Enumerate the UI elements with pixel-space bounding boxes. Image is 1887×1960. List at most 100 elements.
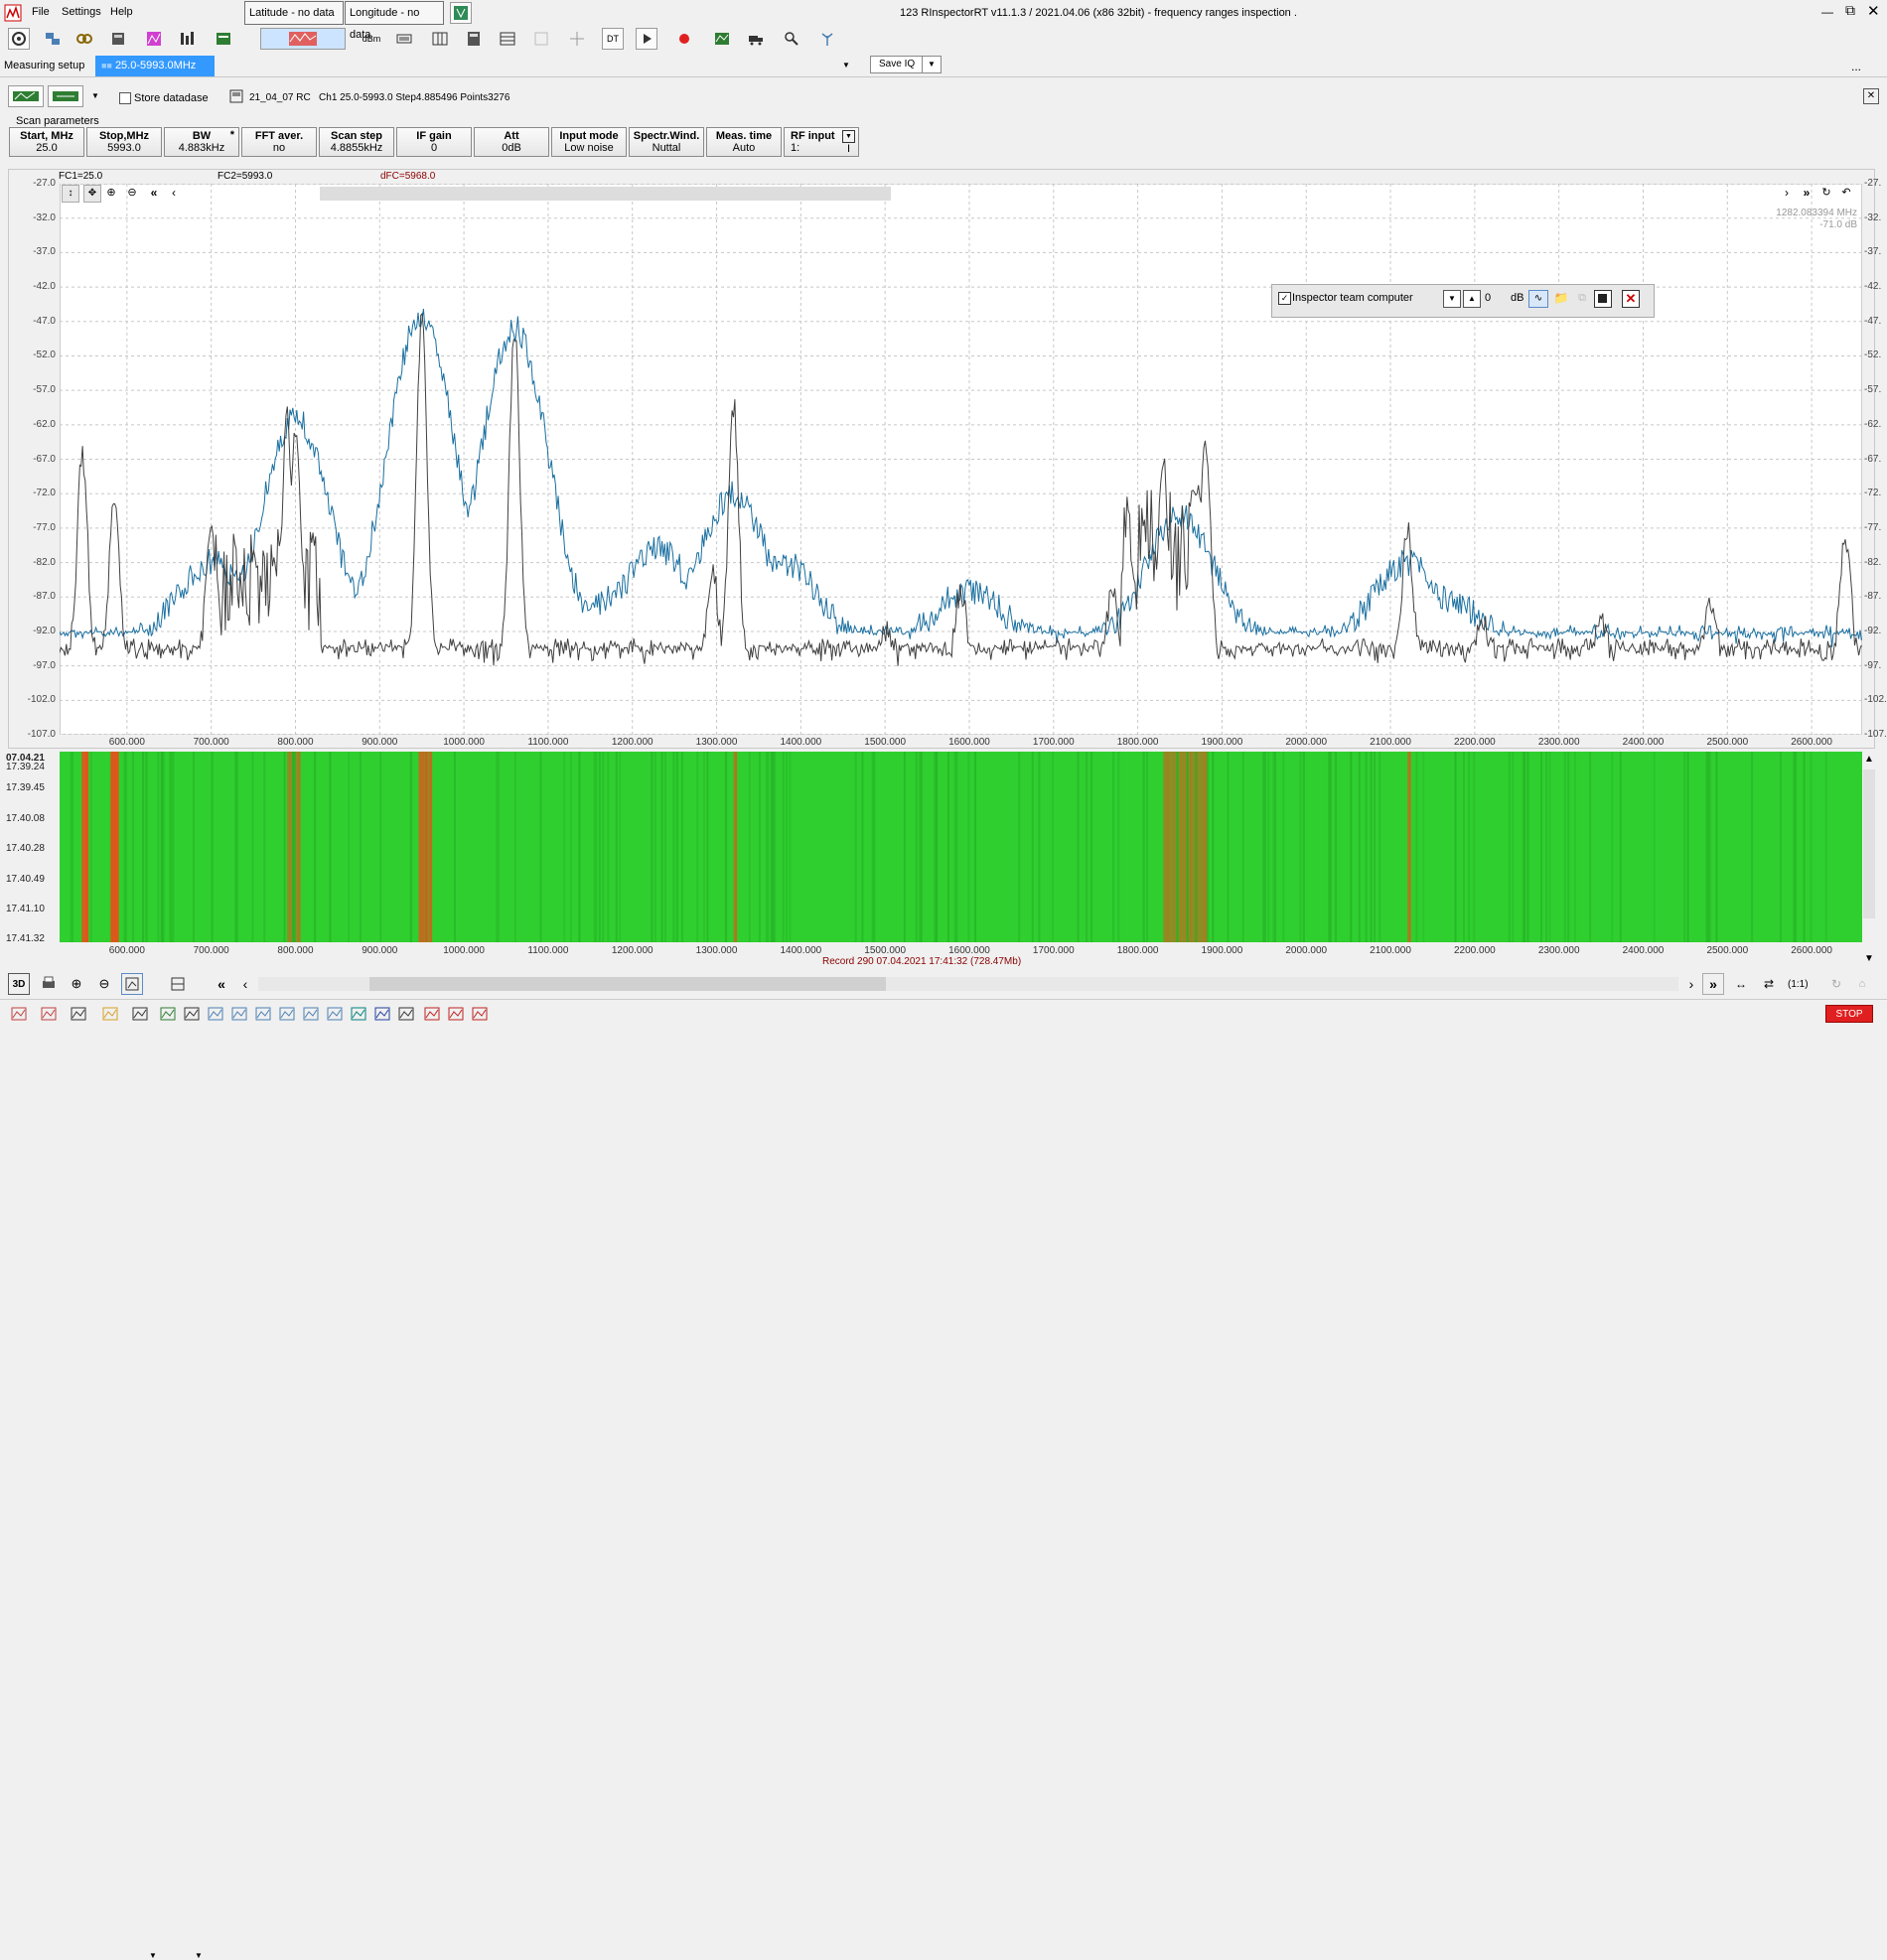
shrink-horizontal-icon[interactable]: ⇄: [1758, 973, 1780, 995]
close-window-icon[interactable]: ✕: [1867, 2, 1880, 20]
play-icon[interactable]: [636, 28, 657, 50]
inspector-chart-icon[interactable]: ∿: [1528, 290, 1548, 308]
scroll-right-icon[interactable]: ›: [1780, 185, 1794, 201]
bw-param[interactable]: BW 4.883kHz *: [164, 127, 239, 157]
keyboard-icon[interactable]: [393, 28, 415, 50]
fire-icon[interactable]: [395, 1003, 417, 1025]
plot-scrollbar[interactable]: [320, 187, 891, 201]
input-mode-param[interactable]: Input mode Low noise: [551, 127, 627, 157]
wf-scrollbar-thumb[interactable]: [369, 977, 886, 991]
zoom-in-icon[interactable]: ⊕: [103, 185, 119, 201]
meas-time-param[interactable]: Meas. time Auto: [706, 127, 782, 157]
scan-step-param[interactable]: Scan step 4.8855kHz: [319, 127, 394, 157]
min-icon[interactable]: [252, 1003, 274, 1025]
inspector-copy-icon[interactable]: ⧉: [1574, 290, 1590, 306]
more-menu-button[interactable]: ...: [1851, 60, 1861, 73]
spectr-wind-param[interactable]: Spectr.Wind. Nuttal: [629, 127, 704, 157]
refresh-icon[interactable]: ↻: [1819, 185, 1833, 201]
wf-zoom-out-icon[interactable]: ⊖: [93, 973, 115, 995]
columns-icon[interactable]: [429, 28, 451, 50]
antenna-icon[interactable]: [816, 28, 838, 50]
table-icon[interactable]: [497, 28, 518, 50]
undo-icon[interactable]: ↶: [1839, 185, 1853, 201]
wf-mode-icon[interactable]: [167, 973, 189, 995]
min-hold-icon[interactable]: [445, 1003, 467, 1025]
spectrum-select-icon[interactable]: [371, 1003, 393, 1025]
waterfall-mode-icon[interactable]: [260, 28, 346, 50]
if-gain-param[interactable]: IF gain 0: [396, 127, 472, 157]
calculator-icon[interactable]: [463, 28, 485, 50]
record-list-icon[interactable]: [213, 28, 234, 50]
wf-scrollbar[interactable]: [258, 977, 1678, 991]
inspector-up-icon[interactable]: ▲: [1463, 290, 1481, 308]
map-icon[interactable]: [450, 2, 472, 24]
compare-icon[interactable]: [157, 1003, 179, 1025]
spectrum-color-icon[interactable]: [143, 28, 165, 50]
color-icon[interactable]: [348, 1003, 369, 1025]
view-icon[interactable]: [68, 1003, 89, 1025]
wf-mode-dropdown-icon[interactable]: ▼: [195, 1951, 203, 1960]
fit-vertical-icon[interactable]: ↕: [62, 185, 79, 203]
inspector-stop-icon[interactable]: [1594, 290, 1612, 308]
wf-scroll-left-icon[interactable]: ‹: [234, 973, 256, 995]
menu-help[interactable]: Help: [110, 6, 133, 18]
wf-scroll-first-icon[interactable]: «: [211, 973, 232, 995]
3d-button[interactable]: 3D: [8, 973, 30, 995]
device-icon[interactable]: [107, 28, 129, 50]
wf-scroll-last-icon[interactable]: »: [1702, 973, 1724, 995]
tab-range[interactable]: ■■ 25.0-5993.0MHz: [95, 56, 215, 76]
expand-horizontal-icon[interactable]: ↔: [1730, 973, 1752, 995]
iq-icon[interactable]: [711, 28, 733, 50]
scroll-last-icon[interactable]: »: [1800, 185, 1814, 201]
load-icon[interactable]: [8, 85, 44, 107]
rf-input-param[interactable]: RF input 1: ▼ I: [784, 127, 859, 157]
avg-icon[interactable]: [205, 1003, 226, 1025]
max-icon[interactable]: [228, 1003, 250, 1025]
dbm-button[interactable]: dBm: [358, 28, 385, 50]
file-dropdown-icon[interactable]: ▼: [91, 91, 99, 100]
start-mhz-param[interactable]: Start, MHz 25.0: [9, 127, 84, 157]
dt-button[interactable]: DT: [602, 28, 624, 50]
inspector-checkbox[interactable]: ✓: [1278, 292, 1291, 305]
record-icon[interactable]: [673, 28, 695, 50]
store-checkbox[interactable]: [119, 92, 131, 104]
max-hold-icon[interactable]: [421, 1003, 443, 1025]
waterfall-scrollbar[interactable]: [1863, 770, 1875, 918]
link-icon[interactable]: [73, 28, 95, 50]
inspector-down-icon[interactable]: ▼: [1443, 290, 1461, 308]
mu-icon[interactable]: [300, 1003, 322, 1025]
lock-icon[interactable]: ⌂: [1851, 973, 1873, 995]
wf-fit-dropdown-icon[interactable]: ▼: [149, 1951, 157, 1960]
waterfall-down-icon[interactable]: ▼: [1863, 953, 1875, 965]
fit-all-icon[interactable]: ✥: [83, 185, 101, 203]
waterfall-plot[interactable]: [60, 752, 1862, 942]
wf-fit-icon[interactable]: [121, 973, 143, 995]
folder-open-icon[interactable]: [99, 1003, 121, 1025]
network-icon[interactable]: [42, 28, 64, 50]
crosshair-icon[interactable]: [566, 28, 588, 50]
wf-scroll-right-icon[interactable]: ›: [1680, 973, 1702, 995]
trace-mode-icon[interactable]: [8, 1003, 30, 1025]
settings-icon[interactable]: [8, 28, 30, 50]
ratio-label[interactable]: (1:1): [1788, 979, 1809, 990]
menu-file[interactable]: File: [32, 6, 50, 18]
peak-icon[interactable]: [38, 1003, 60, 1025]
fft-aver-param[interactable]: FFT aver. no: [241, 127, 317, 157]
scroll-left-icon[interactable]: ‹: [167, 185, 181, 201]
save-file-icon[interactable]: [48, 85, 83, 107]
close-panel-button[interactable]: ✕: [1863, 88, 1879, 104]
bars-small-icon[interactable]: [469, 1003, 491, 1025]
rf-input-dropdown-icon[interactable]: ▼: [842, 130, 855, 143]
bars-icon[interactable]: [177, 28, 199, 50]
menu-settings[interactable]: Settings: [62, 6, 101, 18]
stop-button[interactable]: STOP: [1825, 1005, 1873, 1023]
stack-icon[interactable]: [181, 1003, 203, 1025]
waterfall-up-icon[interactable]: ▲: [1863, 754, 1875, 766]
print-icon[interactable]: [38, 973, 60, 995]
wf-zoom-in-icon[interactable]: ⊕: [66, 973, 87, 995]
filter-icon[interactable]: [324, 1003, 346, 1025]
zoom-out-icon[interactable]: ⊖: [124, 185, 140, 201]
search-map-icon[interactable]: [781, 28, 802, 50]
spectrum-plot[interactable]: [60, 184, 1862, 735]
disabled-tool-icon[interactable]: [530, 28, 552, 50]
